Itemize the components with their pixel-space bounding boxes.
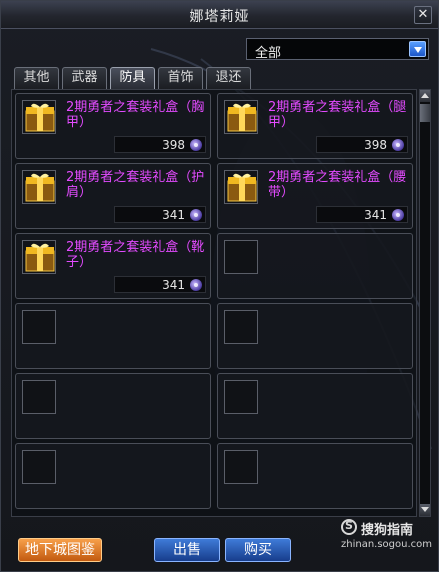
watermark-url: zhinan.sogou.com: [341, 539, 433, 550]
item-slot[interactable]: 2期勇者之套装礼盒（腰带） 341: [217, 163, 413, 229]
item-price: 341: [114, 206, 206, 223]
empty-slot[interactable]: [217, 373, 413, 439]
item-slot[interactable]: 2期勇者之套装礼盒（腿甲） 398: [217, 93, 413, 159]
tab-other[interactable]: 其他: [14, 67, 59, 89]
price-value: 398: [162, 138, 185, 152]
gift-box-icon: [224, 170, 258, 204]
item-grid: 2期勇者之套装礼盒（胸甲） 398 2期勇者之套装礼盒（腿甲） 398 2期勇者…: [11, 89, 417, 517]
gift-box-icon: [22, 100, 56, 134]
gift-box-icon: [224, 100, 258, 134]
empty-slot-icon: [224, 450, 258, 484]
sogou-logo-icon: [341, 519, 357, 535]
coin-icon: [190, 209, 202, 221]
empty-slot[interactable]: [217, 443, 413, 509]
item-slot[interactable]: 2期勇者之套装礼盒（靴子） 341: [15, 233, 211, 299]
coin-icon: [190, 279, 202, 291]
gift-box-icon: [22, 170, 56, 204]
scroll-thumb[interactable]: [420, 104, 430, 122]
watermark-brand: 搜狗指南: [361, 523, 414, 538]
window-title: 娜塔莉娅: [189, 9, 250, 25]
item-price: 341: [114, 276, 206, 293]
empty-slot-icon: [22, 310, 56, 344]
price-value: 341: [364, 208, 387, 222]
buy-button[interactable]: 购买: [225, 538, 291, 562]
tab-weapons[interactable]: 武器: [62, 67, 107, 89]
category-dropdown[interactable]: 全部: [246, 38, 429, 61]
empty-slot-icon: [224, 240, 258, 274]
dungeon-guide-button[interactable]: 地下城图鉴: [18, 538, 102, 562]
price-value: 341: [162, 208, 185, 222]
item-name: 2期勇者之套装礼盒（靴子）: [66, 240, 205, 270]
coin-icon: [392, 209, 404, 221]
item-price: 398: [316, 136, 408, 153]
shop-window: 娜塔莉娅 ✕ 全部 其他 武器 防具 首饰 退还 2期勇者之套装礼盒（胸甲） 3…: [0, 0, 439, 572]
empty-slot-icon: [22, 450, 56, 484]
coin-icon: [392, 139, 404, 151]
gift-box-icon: [22, 240, 56, 274]
item-slot[interactable]: 2期勇者之套装礼盒（护肩） 341: [15, 163, 211, 229]
tab-armor[interactable]: 防具: [110, 67, 155, 89]
dropdown-selected-value: 全部: [255, 46, 282, 61]
item-name: 2期勇者之套装礼盒（腿甲）: [268, 100, 407, 130]
item-list-scrollbar[interactable]: [419, 89, 431, 517]
empty-slot[interactable]: [217, 303, 413, 369]
tab-buyback[interactable]: 退还: [206, 67, 251, 89]
empty-slot-icon: [224, 310, 258, 344]
item-name: 2期勇者之套装礼盒（胸甲）: [66, 100, 205, 130]
price-value: 341: [162, 278, 185, 292]
coin-icon: [190, 139, 202, 151]
empty-slot-icon: [22, 380, 56, 414]
title-bar[interactable]: 娜塔莉娅 ✕: [1, 1, 438, 29]
item-name: 2期勇者之套装礼盒（护肩）: [66, 170, 205, 200]
empty-slot[interactable]: [15, 303, 211, 369]
close-button[interactable]: ✕: [414, 6, 432, 24]
scroll-down-icon[interactable]: [420, 504, 430, 516]
empty-slot-icon: [224, 380, 258, 414]
price-value: 398: [364, 138, 387, 152]
empty-slot[interactable]: [217, 233, 413, 299]
item-slot[interactable]: 2期勇者之套装礼盒（胸甲） 398: [15, 93, 211, 159]
item-price: 341: [316, 206, 408, 223]
tab-accessories[interactable]: 首饰: [158, 67, 203, 89]
watermark: 搜狗指南 zhinan.sogou.com: [341, 519, 436, 555]
item-name: 2期勇者之套装礼盒（腰带）: [268, 170, 407, 200]
item-price: 398: [114, 136, 206, 153]
close-icon: ✕: [417, 7, 429, 22]
scroll-up-icon[interactable]: [420, 90, 430, 102]
empty-slot[interactable]: [15, 373, 211, 439]
empty-slot[interactable]: [15, 443, 211, 509]
sell-button[interactable]: 出售: [154, 538, 220, 562]
chevron-down-icon[interactable]: [409, 41, 426, 57]
